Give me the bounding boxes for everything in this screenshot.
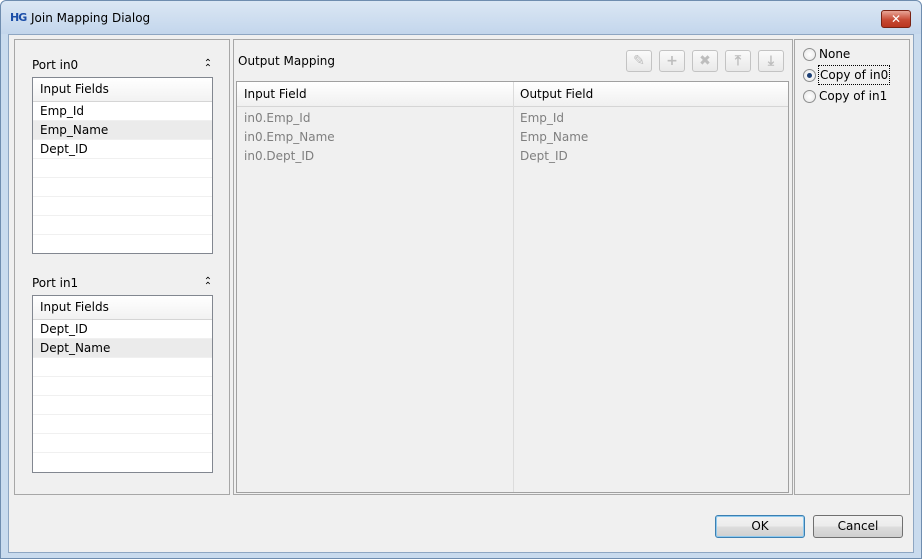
radio-label[interactable]: None bbox=[819, 45, 850, 63]
radio-button[interactable] bbox=[803, 48, 816, 61]
empty-row bbox=[33, 159, 212, 178]
port-in1-title: Port in1 bbox=[32, 276, 79, 290]
move-down-icon[interactable]: ⤓ bbox=[758, 50, 784, 72]
output-mapping-table[interactable]: Input Field Output Field in0.Emp_Id Emp_… bbox=[236, 81, 789, 493]
output-field-cell: Emp_Id bbox=[520, 111, 565, 125]
output-field-cell: Dept_ID bbox=[520, 149, 568, 163]
input-field-cell: in0.Dept_ID bbox=[244, 149, 315, 163]
close-icon: ✕ bbox=[890, 12, 902, 26]
port-in0-title: Port in0 bbox=[32, 58, 79, 72]
field-row[interactable]: Dept_ID bbox=[33, 140, 212, 159]
input-field-cell: in0.Emp_Name bbox=[244, 130, 335, 144]
mapping-row[interactable]: in0.Emp_Id Emp_Id bbox=[237, 109, 788, 128]
empty-row bbox=[33, 415, 212, 434]
empty-row bbox=[33, 377, 212, 396]
empty-row bbox=[33, 216, 212, 235]
column-header-input-field[interactable]: Input Field bbox=[244, 82, 307, 107]
port-in0-fields-table[interactable]: Input Fields Emp_Id Emp_Name Dept_ID bbox=[32, 77, 213, 254]
collapse-icon[interactable]: ⌃ ⌃ bbox=[202, 59, 214, 74]
empty-row bbox=[33, 197, 212, 216]
field-row[interactable]: Emp_Name bbox=[33, 121, 212, 140]
input-field-cell: in0.Emp_Id bbox=[244, 111, 311, 125]
empty-row bbox=[33, 358, 212, 377]
mapping-row[interactable]: in0.Dept_ID Dept_ID bbox=[237, 147, 788, 166]
edit-icon[interactable]: ✎ bbox=[626, 50, 652, 72]
title-bar[interactable]: HG Join Mapping Dialog ✕ bbox=[1, 1, 921, 34]
delete-icon[interactable]: ✖ bbox=[692, 50, 718, 72]
app-logo-icon: HG bbox=[10, 11, 27, 24]
field-row[interactable]: Dept_Name bbox=[33, 339, 212, 358]
dialog-title: Join Mapping Dialog bbox=[31, 11, 151, 25]
add-icon[interactable]: + bbox=[659, 50, 685, 72]
field-row[interactable]: Dept_ID bbox=[33, 320, 212, 339]
empty-row bbox=[33, 434, 212, 453]
output-mapping-panel: Output Mapping ✎ + ✖ ⤒ ⤓ Input Field Out… bbox=[233, 39, 793, 495]
output-field-cell: Emp_Name bbox=[520, 130, 589, 144]
empty-row bbox=[33, 396, 212, 415]
radio-label[interactable]: Copy of in0 bbox=[817, 65, 891, 85]
move-up-icon[interactable]: ⤒ bbox=[725, 50, 751, 72]
ok-button[interactable]: OK bbox=[715, 515, 805, 538]
cancel-button[interactable]: Cancel bbox=[813, 515, 903, 538]
mapping-row[interactable]: in0.Emp_Name Emp_Name bbox=[237, 128, 788, 147]
collapse-icon[interactable]: ⌃ ⌃ bbox=[202, 277, 214, 292]
fields-header[interactable]: Input Fields bbox=[33, 296, 212, 320]
output-mapping-title: Output Mapping bbox=[238, 54, 335, 68]
dialog-body: Port in0 ⌃ ⌃ Input Fields Emp_Id Emp_Name… bbox=[8, 34, 914, 553]
column-header-output-field[interactable]: Output Field bbox=[520, 82, 593, 107]
ports-panel: Port in0 ⌃ ⌃ Input Fields Emp_Id Emp_Name… bbox=[14, 39, 230, 495]
radio-button[interactable] bbox=[803, 90, 816, 103]
close-button[interactable]: ✕ bbox=[881, 10, 911, 28]
empty-row bbox=[33, 178, 212, 197]
radio-button-selected[interactable] bbox=[803, 69, 816, 82]
port-in1-fields-table[interactable]: Input Fields Dept_ID Dept_Name bbox=[32, 295, 213, 473]
copy-options-panel: None Copy of in0 Copy of in1 bbox=[794, 39, 910, 495]
join-mapping-dialog: HG Join Mapping Dialog ✕ Port in0 ⌃ ⌃ Inp… bbox=[0, 0, 922, 559]
radio-label[interactable]: Copy of in1 bbox=[819, 87, 887, 105]
field-row[interactable]: Emp_Id bbox=[33, 102, 212, 121]
fields-header[interactable]: Input Fields bbox=[33, 78, 212, 102]
